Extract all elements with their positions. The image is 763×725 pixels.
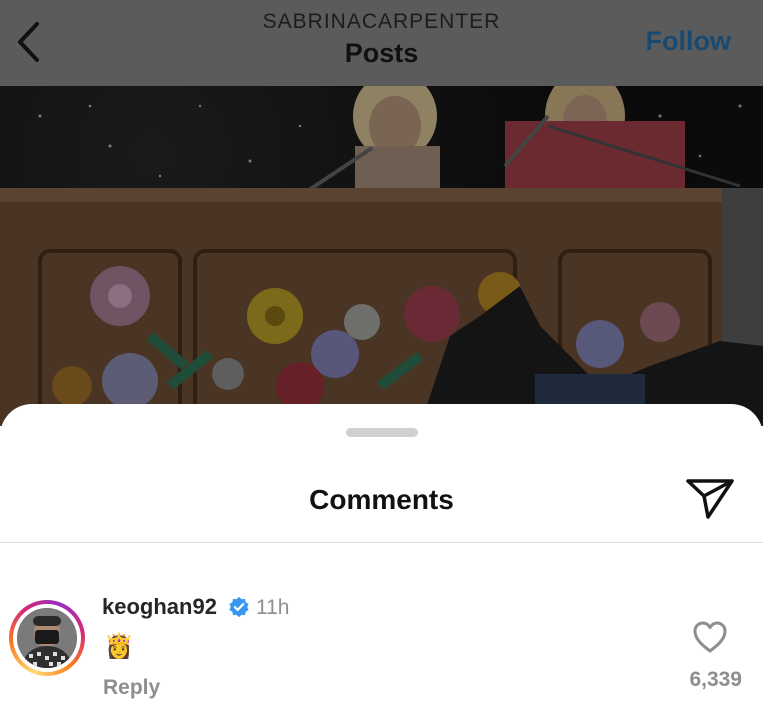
comment-item: keoghan92 11h 👸 Reply 6,339 xyxy=(0,594,763,714)
comment-time: 11h xyxy=(256,596,290,619)
comment-username[interactable]: keoghan92 xyxy=(102,594,217,620)
comments-title: Comments xyxy=(309,484,454,515)
avatar-story-ring[interactable] xyxy=(9,600,85,676)
heart-icon xyxy=(693,621,727,653)
like-count: 6,339 xyxy=(689,668,742,691)
verified-badge-icon xyxy=(229,596,249,618)
avatar xyxy=(17,608,77,668)
paper-plane-icon xyxy=(686,479,734,519)
reply-button[interactable]: Reply xyxy=(103,676,160,700)
avatar-frame xyxy=(13,604,81,672)
like-button[interactable] xyxy=(692,620,728,654)
video-frame-image xyxy=(0,86,763,426)
comment-text: 👸 xyxy=(104,633,134,660)
share-button[interactable] xyxy=(684,476,738,522)
top-bar: SABRINACARPENTER Posts Follow xyxy=(0,0,763,86)
sheet-divider xyxy=(0,542,763,543)
comments-sheet: Comments keoghan92 11h 👸 Reply 6,339 xyxy=(0,404,763,725)
follow-button[interactable]: Follow xyxy=(646,26,731,57)
avatar-image xyxy=(17,608,77,668)
sheet-drag-handle[interactable] xyxy=(346,428,418,437)
post-video[interactable] xyxy=(0,86,763,426)
